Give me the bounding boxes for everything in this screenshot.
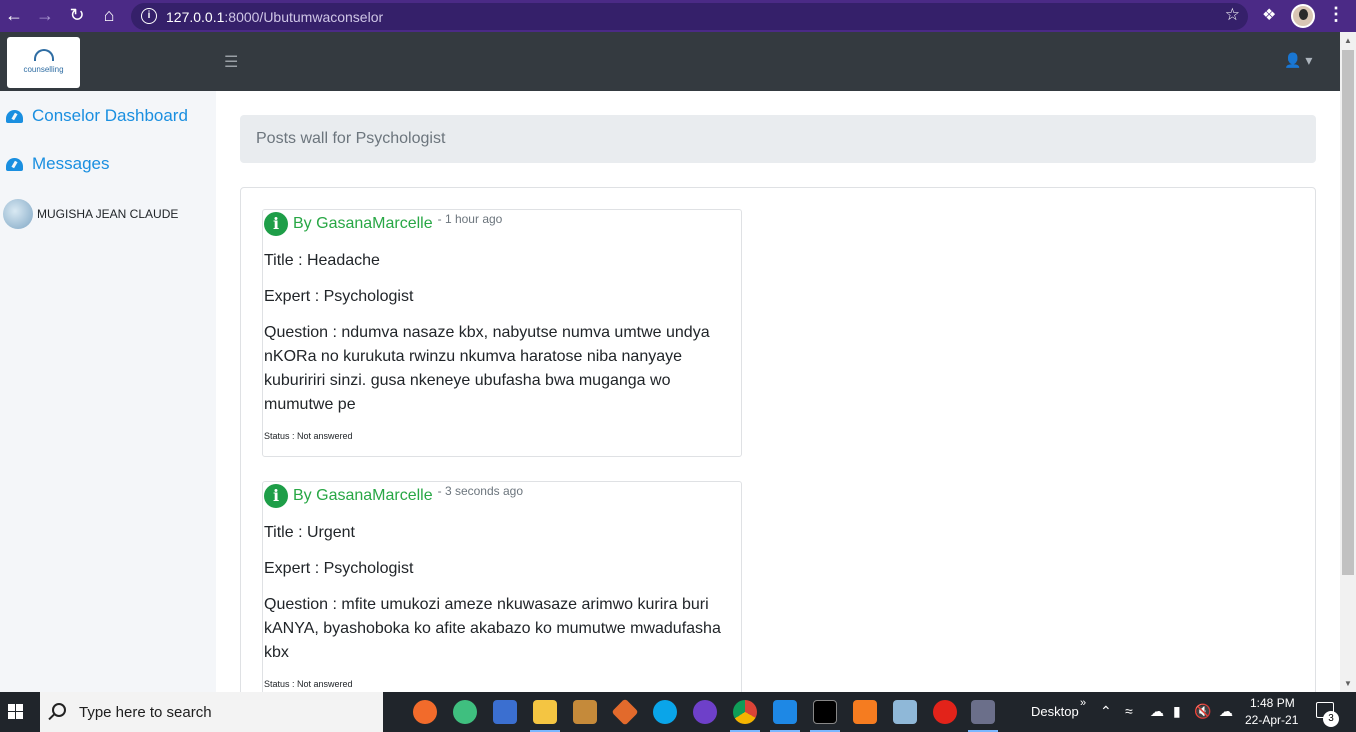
- scrollbar-thumb[interactable]: [1342, 50, 1354, 575]
- tachometer-icon: [6, 109, 23, 123]
- notification-count-badge: 3: [1323, 711, 1339, 727]
- sidebar-user-name: MUGISHA JEAN CLAUDE: [37, 207, 179, 221]
- bookmark-star-icon[interactable]: ☆: [1225, 5, 1240, 25]
- wifi-icon[interactable]: ≈: [1125, 703, 1133, 719]
- taskbar-clock-date[interactable]: 22-Apr-21: [1245, 713, 1298, 727]
- post-time: - 3 seconds ago: [437, 484, 524, 498]
- post-question: Question : ndumva nasaze kbx, nabyutse n…: [264, 324, 710, 413]
- github-icon[interactable]: [693, 700, 717, 724]
- post-expert: Expert : Psychologist: [264, 560, 414, 577]
- avatar: [3, 199, 33, 229]
- git-icon[interactable]: [611, 698, 639, 726]
- post-status: Status : Not answered: [264, 679, 353, 689]
- windows-start-button[interactable]: [0, 692, 40, 732]
- page-scrollbar[interactable]: ▲ ▼: [1340, 32, 1356, 692]
- opera-icon[interactable]: [933, 700, 957, 724]
- xampp-icon[interactable]: [853, 700, 877, 724]
- address-bar[interactable]: i 127.0.0.1:8000/Ubutumwaconselor ☆: [131, 3, 1248, 30]
- sidebar-item-label: Messages: [32, 154, 110, 173]
- maps-icon[interactable]: [453, 700, 477, 724]
- network-icon[interactable]: [493, 700, 517, 724]
- page-title: Posts wall for Psychologist: [256, 130, 446, 147]
- wall-header: Posts wall for Psychologist: [240, 115, 1316, 163]
- post-question: Question : mfite umukozi ameze nkuwasaze…: [264, 596, 721, 661]
- post-status: Status : Not answered: [264, 431, 353, 441]
- snipping-tool-icon[interactable]: [971, 700, 995, 724]
- post-time: - 1 hour ago: [437, 212, 503, 226]
- post-author[interactable]: By GasanaMarcelle: [293, 487, 433, 505]
- post-expert: Expert : Psychologist: [264, 288, 414, 305]
- search-icon: [52, 703, 66, 717]
- back-arrow-icon[interactable]: ←: [2, 3, 26, 27]
- taskbar-search-box[interactable]: Type here to search: [40, 692, 383, 732]
- main-content: Posts wall for Psychologist i By GasanaM…: [216, 91, 1340, 721]
- vscode-icon[interactable]: [773, 700, 797, 724]
- hamburger-menu-icon[interactable]: ☰: [224, 52, 238, 72]
- extensions-puzzle-icon[interactable]: ❖: [1262, 5, 1276, 25]
- search-placeholder: Type here to search: [79, 704, 212, 721]
- post-card: i By GasanaMarcelle - 3 seconds ago Titl…: [262, 481, 742, 721]
- info-icon: i: [264, 212, 288, 236]
- onedrive-icon[interactable]: ☁: [1219, 703, 1233, 720]
- reload-icon[interactable]: ↻: [65, 3, 89, 27]
- url-path: :8000/Ubutumwaconselor: [224, 9, 384, 25]
- toolbar-expand-icon[interactable]: »: [1080, 697, 1086, 709]
- url-host: 127.0.0.1: [166, 9, 225, 25]
- sidebar: Conselor Dashboard Messages MUGISHA JEAN…: [0, 91, 216, 692]
- caret-down-icon: ▾: [1305, 52, 1313, 68]
- forward-arrow-icon[interactable]: →: [33, 3, 57, 27]
- sidebar-item-dashboard[interactable]: Conselor Dashboard: [6, 106, 188, 126]
- top-navbar: counselling ☰ 👤 ▾: [0, 32, 1340, 91]
- scroll-down-arrow-icon[interactable]: ▼: [1344, 679, 1352, 688]
- windows-taskbar: Type here to search Desktop » ⌃ ≈ ☁ ▮ 🔇 …: [0, 692, 1356, 732]
- user-dropdown-toggle[interactable]: 👤 ▾: [1284, 52, 1312, 69]
- postman-icon[interactable]: [413, 700, 437, 724]
- tachometer-icon: [6, 157, 23, 171]
- battery-icon[interactable]: ▮: [1173, 703, 1181, 720]
- info-icon: i: [264, 484, 288, 508]
- browser-toolbar: ← → ↻ ⌂ i 127.0.0.1:8000/Ubutumwaconselo…: [0, 0, 1356, 32]
- network-error-icon[interactable]: ☁: [1150, 703, 1164, 720]
- taskbar-clock-time[interactable]: 1:48 PM: [1250, 696, 1295, 710]
- sidebar-item-label: Conselor Dashboard: [32, 106, 188, 125]
- posts-wall-card: i By GasanaMarcelle - 1 hour ago Title :…: [240, 187, 1316, 721]
- browser-menu-icon[interactable]: ⋮: [1327, 4, 1345, 25]
- notepad-icon[interactable]: [893, 700, 917, 724]
- app-logo[interactable]: counselling: [7, 37, 80, 88]
- home-icon[interactable]: ⌂: [97, 3, 121, 27]
- post-header: i By GasanaMarcelle - 3 seconds ago: [264, 484, 523, 508]
- sidebar-user[interactable]: MUGISHA JEAN CLAUDE: [3, 199, 178, 229]
- post-title: Title : Urgent: [264, 524, 355, 541]
- skype-icon[interactable]: [653, 700, 677, 724]
- post-title: Title : Headache: [264, 252, 380, 269]
- chrome-icon[interactable]: [733, 700, 757, 724]
- scroll-up-arrow-icon[interactable]: ▲: [1344, 36, 1352, 45]
- terminal-icon[interactable]: [813, 700, 837, 724]
- windows-logo-icon: [8, 704, 15, 711]
- sublime-icon[interactable]: [573, 700, 597, 724]
- browser-profile-avatar[interactable]: [1291, 4, 1315, 28]
- user-icon: 👤: [1284, 52, 1302, 68]
- site-info-icon[interactable]: i: [141, 8, 157, 24]
- post-header: i By GasanaMarcelle - 1 hour ago: [264, 212, 502, 236]
- volume-muted-icon[interactable]: 🔇: [1194, 703, 1211, 720]
- logo-text: counselling: [23, 65, 64, 74]
- post-author[interactable]: By GasanaMarcelle: [293, 215, 433, 233]
- post-card: i By GasanaMarcelle - 1 hour ago Title :…: [262, 209, 742, 457]
- logo-mark-icon: [34, 49, 54, 61]
- file-explorer-icon[interactable]: [533, 700, 557, 724]
- sidebar-item-messages[interactable]: Messages: [6, 154, 109, 174]
- url-text[interactable]: 127.0.0.1:8000/Ubutumwaconselor: [166, 9, 383, 25]
- tray-chevron-up-icon[interactable]: ⌃: [1100, 703, 1112, 720]
- desktop-toolbar-label[interactable]: Desktop: [1031, 704, 1079, 719]
